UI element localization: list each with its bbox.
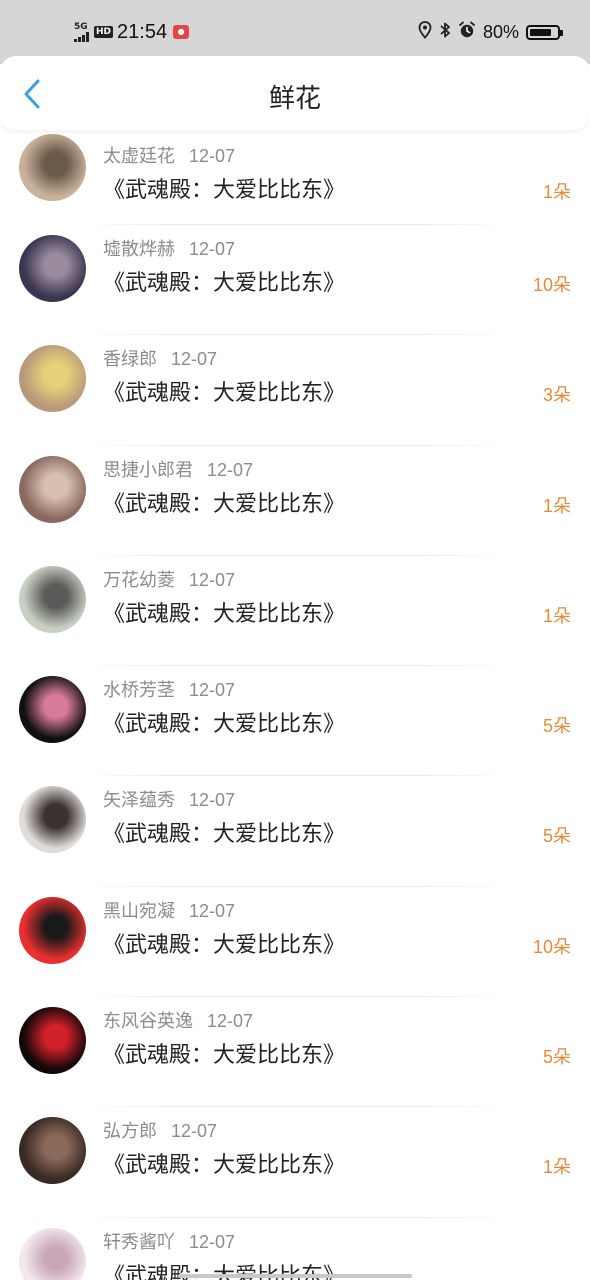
book-title: 《武魂殿：大爱比比东》	[103, 178, 346, 203]
user-name: 香绿郎	[103, 349, 157, 371]
signal-icon	[74, 31, 89, 42]
user-line: 矢泽蕴秀 12-07	[103, 786, 235, 812]
book-title: 《武魂殿：大爱比比东》	[103, 271, 346, 296]
battery-percent: 80%	[482, 21, 519, 42]
user-line: 轩秀酱吖 12-07	[103, 1228, 235, 1254]
list-item[interactable]: 思捷小郎君 12-07 《武魂殿：大爱比比东》 1朵	[0, 446, 590, 556]
alarm-icon	[458, 21, 476, 43]
avatar[interactable]	[19, 1117, 86, 1185]
list-item[interactable]: 香绿郎 12-07 《武魂殿：大爱比比东》 3朵	[0, 335, 590, 446]
user-line: 太虚廷花 12-07	[103, 142, 235, 168]
send-date: 12-07	[189, 146, 236, 166]
avatar[interactable]	[19, 676, 86, 744]
home-indicator[interactable]	[178, 1274, 412, 1278]
avatar[interactable]	[19, 134, 86, 201]
flower-list: 太虚廷花 12-07 《武魂殿：大爱比比东》 1朵 墟散烨赫 12-07 《武魂殿：大爱比比…	[0, 130, 590, 1280]
user-name: 墟散烨赫	[103, 239, 175, 260]
list-item[interactable]: 万花幼菱 12-07 《武魂殿：大爱比比东》 1朵	[0, 556, 590, 667]
avatar[interactable]	[19, 786, 86, 854]
avatar[interactable]	[19, 345, 86, 413]
flower-count: 10朵	[532, 936, 571, 957]
list-item[interactable]: 水桥芳茎 12-07 《武魂殿：大爱比比东》 5朵	[0, 666, 590, 777]
avatar[interactable]	[19, 235, 86, 302]
user-line: 万花幼菱 12-07	[103, 566, 235, 592]
avatar[interactable]	[19, 455, 86, 523]
user-name: 万花幼菱	[103, 569, 175, 591]
battery-level	[530, 28, 551, 36]
user-line: 东风谷英逸 12-07	[103, 1007, 253, 1033]
network-label: 5G	[74, 21, 88, 32]
avatar[interactable]	[19, 1227, 86, 1280]
list-item[interactable]: 轩秀酱吖 12-07 《武魂殿：大爱比比东》	[0, 1218, 590, 1280]
battery-icon	[526, 24, 563, 40]
status-left: 5G HD 21:54 ●	[74, 18, 190, 46]
book-title: 《武魂殿：大爱比比东》	[103, 601, 346, 627]
avatar[interactable]	[19, 1007, 86, 1075]
user-name: 思捷小郎君	[103, 459, 193, 481]
hd-badge: HD	[94, 26, 114, 38]
app-notification-icon: ●	[173, 25, 190, 39]
list-item[interactable]: 弘方郎 12-07 《武魂殿：大爱比比东》 1朵	[0, 1107, 590, 1218]
send-date: 12-07	[171, 349, 218, 370]
send-date: 12-07	[189, 569, 236, 590]
book-title: 《武魂殿：大爱比比东》	[103, 1153, 346, 1179]
book-title: 《武魂殿：大爱比比东》	[103, 712, 346, 738]
user-line: 弘方郎 12-07	[103, 1117, 217, 1143]
network-indicator: 5G	[74, 21, 89, 42]
user-name: 弘方郎	[103, 1121, 157, 1143]
book-title: 《武魂殿：大爱比比东》	[103, 932, 346, 958]
location-icon	[418, 21, 432, 43]
user-line: 黑山宛凝 12-07	[103, 897, 235, 923]
flower-count: 1朵	[542, 1157, 571, 1178]
user-name: 矢泽蕴秀	[103, 790, 175, 812]
screen: 5G HD 21:54 ● 80% 鲜花 太虚廷花 12-07 《武魂殿：大爱比…	[0, 0, 590, 1280]
flower-count: 1朵	[542, 495, 571, 516]
list-item[interactable]: 矢泽蕴秀 12-07 《武魂殿：大爱比比东》 5朵	[0, 776, 590, 887]
user-name: 黑山宛凝	[103, 900, 175, 922]
book-title: 《武魂殿：大爱比比东》	[103, 822, 346, 848]
send-date: 12-07	[189, 239, 236, 259]
send-date: 12-07	[207, 1011, 254, 1032]
flower-count: 3朵	[542, 385, 571, 406]
list-item[interactable]: 黑山宛凝 12-07 《武魂殿：大爱比比东》 10朵	[0, 887, 590, 998]
send-date: 12-07	[189, 1231, 236, 1252]
status-right: 80%	[418, 18, 563, 46]
page-header: 鲜花	[0, 56, 590, 130]
avatar[interactable]	[19, 565, 86, 633]
user-name: 轩秀酱吖	[103, 1231, 175, 1253]
flower-count: 5朵	[542, 1047, 571, 1068]
flower-count: 1朵	[542, 182, 571, 202]
user-line: 水桥芳茎 12-07	[103, 676, 235, 702]
send-date: 12-07	[189, 900, 236, 921]
user-name: 东风谷英逸	[103, 1011, 193, 1033]
flower-count: 5朵	[542, 826, 571, 847]
user-line: 墟散烨赫 12-07	[103, 235, 235, 261]
book-title: 《武魂殿：大爱比比东》	[103, 491, 346, 517]
status-bar: 5G HD 21:54 ● 80%	[0, 0, 590, 64]
flower-count: 1朵	[542, 605, 571, 626]
bluetooth-icon	[439, 21, 451, 43]
avatar[interactable]	[19, 896, 86, 964]
flower-count: 10朵	[532, 275, 571, 295]
user-line: 思捷小郎君 12-07	[103, 456, 253, 482]
send-date: 12-07	[207, 459, 254, 480]
send-date: 12-07	[171, 1121, 218, 1142]
list-item[interactable]: 东风谷英逸 12-07 《武魂殿：大爱比比东》 5朵	[0, 997, 590, 1108]
book-title: 《武魂殿：大爱比比东》	[103, 1043, 346, 1069]
list-item[interactable]: 太虚廷花 12-07 《武魂殿：大爱比比东》 1朵	[0, 130, 590, 225]
flower-count: 5朵	[542, 716, 571, 737]
page-title: 鲜花	[268, 84, 321, 114]
send-date: 12-07	[189, 790, 236, 811]
list-item[interactable]: 墟散烨赫 12-07 《武魂殿：大爱比比东》 10朵	[0, 225, 590, 336]
send-date: 12-07	[189, 680, 236, 701]
user-name: 水桥芳茎	[103, 680, 175, 702]
user-name: 太虚廷花	[103, 146, 175, 167]
status-time: 21:54	[117, 20, 168, 43]
book-title: 《武魂殿：大爱比比东》	[103, 381, 346, 407]
user-line: 香绿郎 12-07	[103, 345, 217, 371]
